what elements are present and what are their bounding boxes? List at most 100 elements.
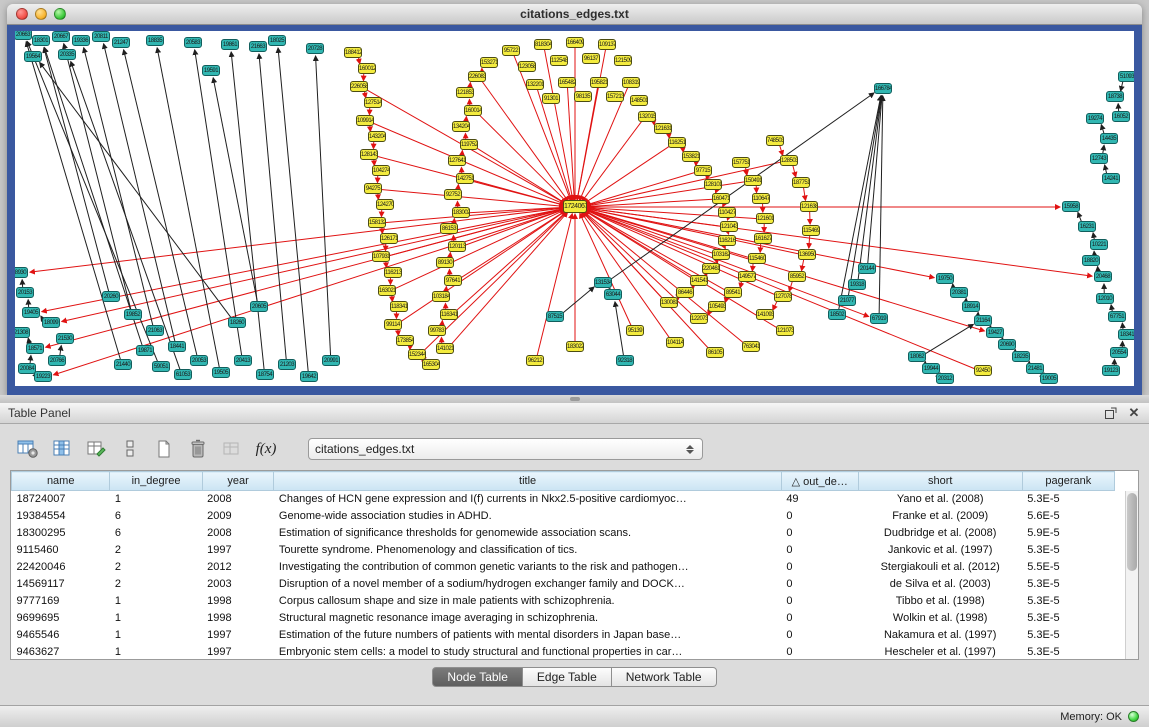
- tab-network-table[interactable]: Network Table: [612, 667, 717, 687]
- panel-splitter[interactable]: [0, 395, 1149, 403]
- graph-node[interactable]: 19564: [24, 51, 42, 62]
- graph-node[interactable]: 18820: [1082, 255, 1100, 266]
- graph-node[interactable]: 157213: [606, 91, 624, 102]
- graph-node[interactable]: 89541: [724, 287, 742, 298]
- table-vertical-scrollbar[interactable]: [1125, 491, 1138, 659]
- graph-node[interactable]: 20991: [322, 355, 340, 366]
- graph-node[interactable]: 121043: [720, 221, 738, 232]
- minimize-window-button[interactable]: [35, 8, 47, 20]
- graph-node[interactable]: 119752: [460, 139, 478, 150]
- import-table-icon[interactable]: [218, 436, 246, 462]
- graph-node[interactable]: 20554: [1110, 347, 1128, 358]
- graph-node[interactable]: 21530: [56, 333, 74, 344]
- graph-node[interactable]: 16231: [1078, 221, 1096, 232]
- delete-table-icon[interactable]: [184, 436, 212, 462]
- graph-node[interactable]: 108319: [622, 77, 640, 88]
- graph-node[interactable]: 21164: [974, 315, 992, 326]
- graph-node[interactable]: 20766: [48, 355, 66, 366]
- graph-node[interactable]: 21663: [249, 41, 267, 52]
- graph-node[interactable]: 226058: [350, 81, 368, 92]
- graph-node[interactable]: 61053: [174, 369, 192, 380]
- graph-node[interactable]: 20153: [16, 287, 34, 298]
- graph-node[interactable]: 141021: [436, 343, 454, 354]
- graph-node[interactable]: 141541: [690, 275, 708, 286]
- graph-node[interactable]: 10221: [1090, 239, 1108, 250]
- graph-node[interactable]: 20605: [250, 301, 268, 312]
- graph-node[interactable]: 121073: [776, 325, 794, 336]
- graph-node[interactable]: 103162: [712, 249, 730, 260]
- graph-node[interactable]: 20053: [190, 355, 208, 366]
- table-row[interactable]: 946362711997Embryonic stem cells: a mode…: [12, 644, 1115, 661]
- row-height-icon[interactable]: [116, 436, 144, 462]
- graph-node[interactable]: 18260: [228, 317, 246, 328]
- graph-node[interactable]: 121631: [654, 123, 672, 134]
- graph-node[interactable]: 124270: [376, 199, 394, 210]
- graph-node[interactable]: 92450: [974, 365, 992, 376]
- graph-node[interactable]: 18099: [42, 317, 60, 328]
- column-header-pagerank[interactable]: pagerank: [1022, 472, 1114, 491]
- graph-node[interactable]: 121601: [756, 213, 774, 224]
- graph-node[interactable]: 116216: [718, 235, 736, 246]
- tab-edge-table[interactable]: Edge Table: [523, 667, 612, 687]
- network-canvas[interactable]: 1724067188412160012226058127514109914143…: [15, 31, 1134, 386]
- graph-node[interactable]: 165482: [558, 77, 576, 88]
- graph-node[interactable]: 14435: [1100, 133, 1118, 144]
- graph-node[interactable]: 89130: [436, 257, 454, 268]
- graph-node[interactable]: 173854: [396, 335, 414, 346]
- table-row[interactable]: 1938455462009Genome-wide association stu…: [12, 508, 1115, 525]
- table-row[interactable]: 969969511998Structural magnetic resonanc…: [12, 610, 1115, 627]
- graph-node[interactable]: 20663: [15, 31, 32, 40]
- graph-node[interactable]: 18062: [908, 351, 926, 362]
- graph-node[interactable]: 19405: [22, 307, 40, 318]
- graph-node[interactable]: 92752: [444, 189, 462, 200]
- graph-node[interactable]: 818304: [534, 39, 552, 50]
- graph-node[interactable]: 143204: [368, 131, 386, 142]
- graph-node[interactable]: 18835: [146, 35, 164, 46]
- graph-node[interactable]: 86153: [440, 223, 458, 234]
- graph-node[interactable]: 12010: [1096, 293, 1114, 304]
- graph-node[interactable]: 19871: [136, 345, 154, 356]
- graph-node[interactable]: 115469: [802, 225, 820, 236]
- graph-node[interactable]: 20811: [92, 31, 110, 42]
- graph-node[interactable]: 121853: [456, 87, 474, 98]
- graph-node[interactable]: 104274: [372, 165, 390, 176]
- graph-node[interactable]: 14241: [1102, 173, 1120, 184]
- graph-node[interactable]: 15958: [1062, 201, 1080, 212]
- graph-node[interactable]: 20667: [52, 31, 70, 42]
- graph-node[interactable]: 103184: [432, 291, 450, 302]
- graph-node[interactable]: 18754: [256, 369, 274, 380]
- graph-node[interactable]: 110647: [752, 193, 770, 204]
- graph-node[interactable]: 148501: [630, 95, 648, 106]
- graph-node[interactable]: 21077: [838, 295, 856, 306]
- graph-node[interactable]: 120113: [448, 241, 466, 252]
- graph-node[interactable]: 132201: [526, 79, 544, 90]
- graph-node[interactable]: 18301: [32, 35, 50, 46]
- column-header-name[interactable]: name: [12, 472, 110, 491]
- graph-node[interactable]: 19318: [848, 279, 866, 290]
- graph-node[interactable]: 121509: [614, 55, 632, 66]
- graph-node[interactable]: 116251: [668, 137, 686, 148]
- graph-node[interactable]: 157751: [732, 157, 750, 168]
- graph-node[interactable]: 158132: [368, 217, 386, 228]
- tab-node-table[interactable]: Node Table: [432, 667, 523, 687]
- graph-node[interactable]: 20312: [936, 373, 954, 384]
- graph-node[interactable]: 127078: [774, 291, 792, 302]
- graph-node[interactable]: 123058: [518, 61, 536, 72]
- graph-node[interactable]: 220461: [702, 263, 720, 274]
- graph-node[interactable]: 116341: [440, 309, 458, 320]
- graph-node[interactable]: 226083: [468, 71, 486, 82]
- graph-node[interactable]: 19427: [986, 327, 1004, 338]
- column-header-title[interactable]: title: [274, 472, 781, 491]
- select-columns-icon[interactable]: [48, 436, 76, 462]
- graph-node[interactable]: 165304: [422, 359, 440, 370]
- graph-node[interactable]: 141093: [756, 309, 774, 320]
- graph-node[interactable]: 86105: [706, 347, 724, 358]
- graph-node[interactable]: 748503: [766, 135, 784, 146]
- graph-node[interactable]: 19005: [1040, 373, 1058, 384]
- graph-node[interactable]: 18025: [268, 35, 286, 46]
- graph-node[interactable]: 19642: [300, 371, 318, 382]
- graph-node[interactable]: 121638: [800, 201, 818, 212]
- table-row[interactable]: 1872400712008Changes of HCN gene express…: [12, 491, 1115, 508]
- graph-node[interactable]: 132015: [638, 111, 656, 122]
- graph-node[interactable]: 195821: [590, 77, 608, 88]
